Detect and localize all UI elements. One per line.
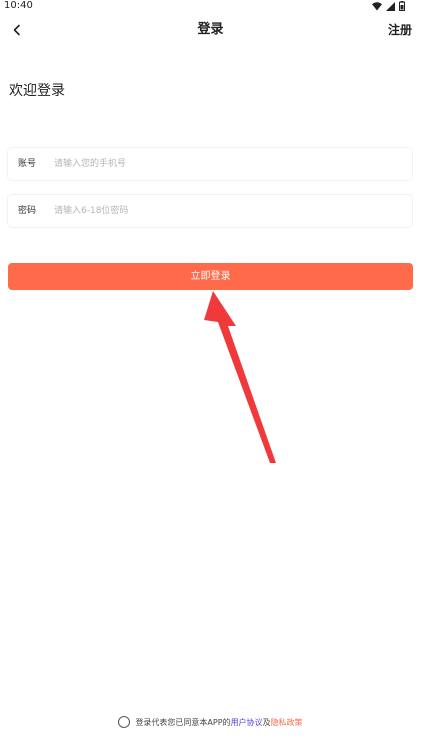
agreement-prefix: 登录代表您已同意本APP的 [135, 717, 231, 727]
user-agreement-link[interactable]: 用户协议 [231, 717, 263, 728]
signal-icon [386, 1, 395, 11]
status-time: 10:40 [4, 0, 33, 11]
arrow-shape [204, 291, 276, 463]
register-link[interactable]: 注册 [388, 21, 412, 39]
account-label: 账号 [18, 159, 37, 169]
privacy-policy-link[interactable]: 隐私政策 [271, 717, 303, 728]
agreement-checkbox[interactable] [118, 716, 131, 728]
nav-bar: 登录 注册 [0, 14, 421, 48]
battery-icon [399, 1, 405, 11]
password-label: 密码 [18, 206, 37, 216]
agreement-row: 登录代表您已同意本APP的 用户协议 及 隐私政策 [0, 714, 421, 730]
password-input[interactable] [54, 201, 404, 221]
wifi-icon [372, 1, 382, 10]
login-button[interactable]: 立即登录 [8, 263, 413, 290]
status-icons [372, 1, 405, 11]
password-field: 密码 [8, 195, 412, 227]
account-field: 账号 [8, 148, 412, 180]
welcome-heading: 欢迎登录 [9, 83, 65, 99]
phone-input[interactable] [54, 154, 404, 174]
status-bar: 10:40 [0, 0, 421, 14]
page-title: 登录 [197, 22, 224, 37]
agreement-joiner: 及 [262, 717, 271, 727]
annotation-arrow [204, 291, 276, 463]
